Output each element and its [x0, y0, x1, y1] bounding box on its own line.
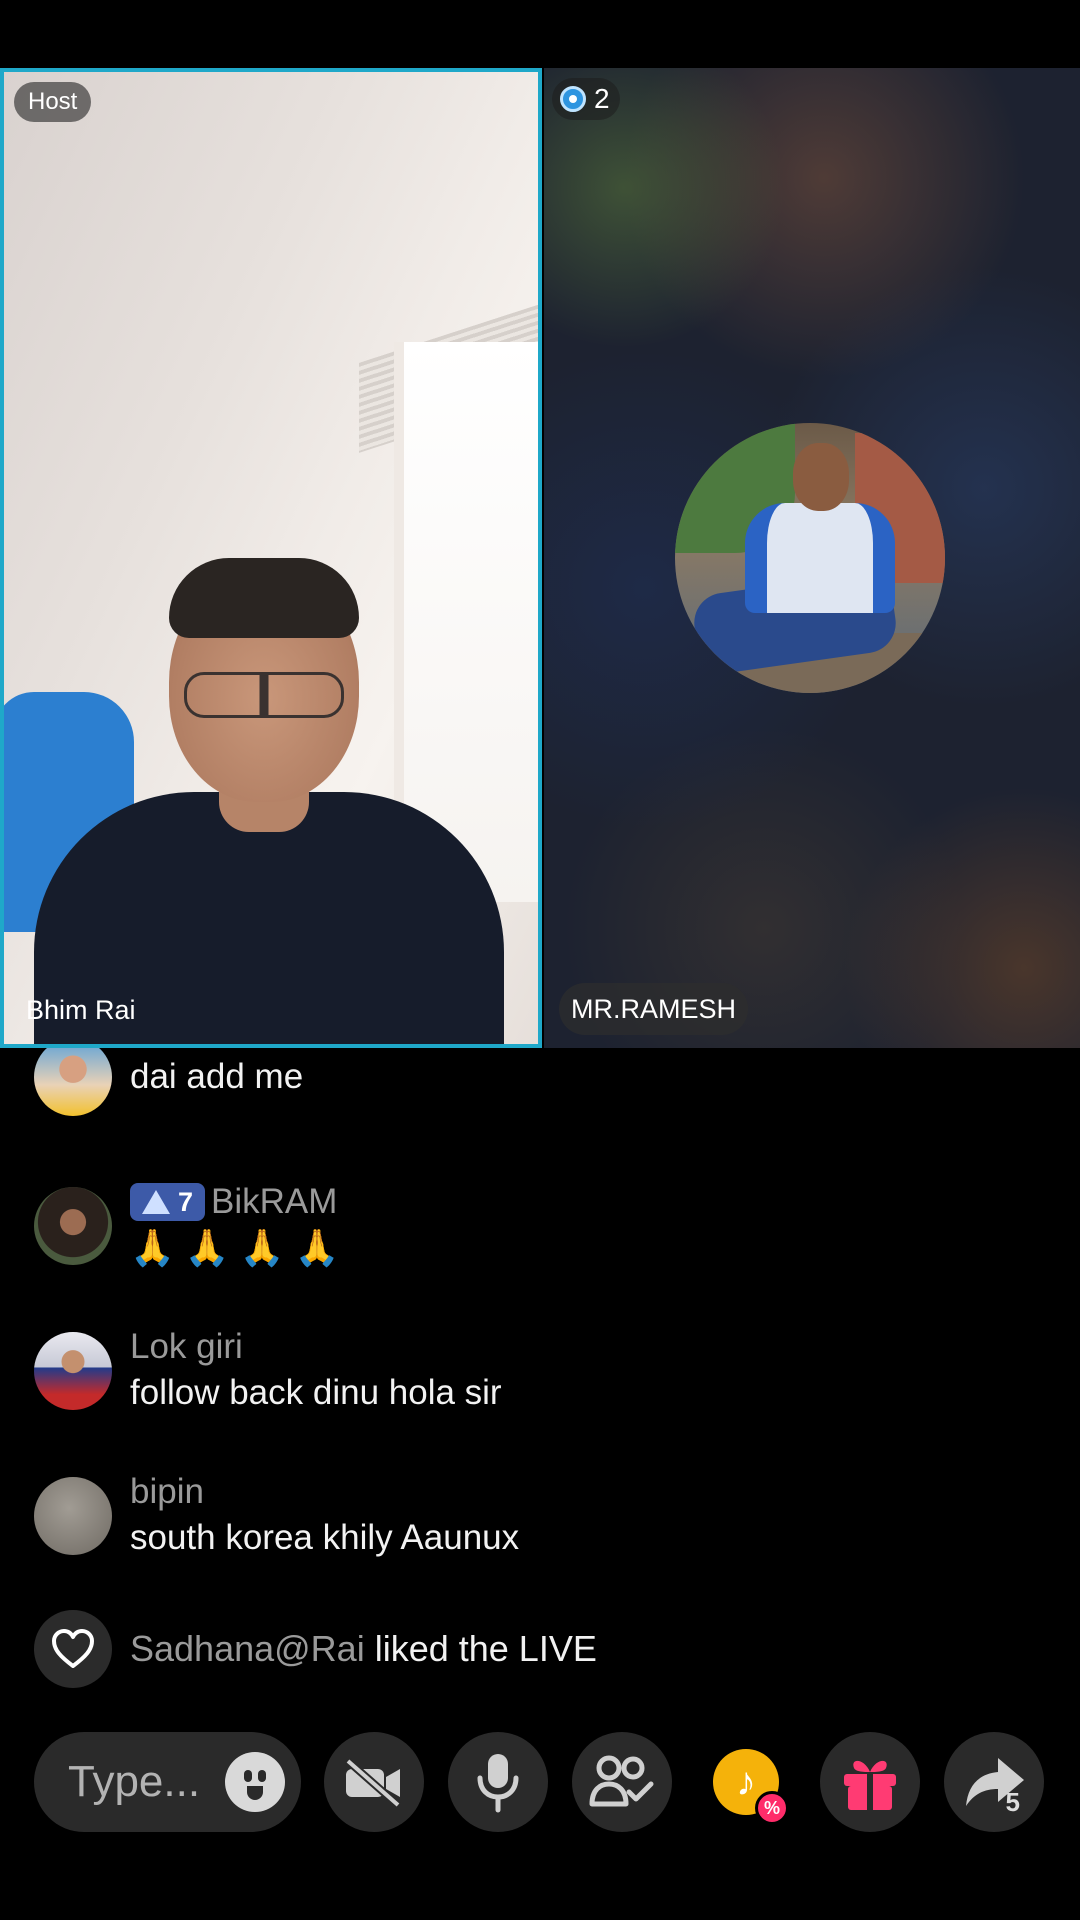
guest-avatar[interactable] [675, 423, 945, 693]
bottom-action-bar: Type... ♪ % 5 [0, 1732, 1080, 1832]
gift-button[interactable] [820, 1732, 920, 1832]
promote-button[interactable]: ♪ % [696, 1732, 796, 1832]
microphone-icon [477, 1754, 519, 1813]
gift-icon [844, 1760, 896, 1810]
camera-off-icon [345, 1757, 401, 1807]
guests-button[interactable] [572, 1732, 672, 1832]
rank-level: 7 [178, 1187, 194, 1217]
guest-viewer-count[interactable]: 2 [552, 78, 620, 120]
rank-triangle-icon [142, 1190, 170, 1214]
share-button[interactable]: 5 [944, 1732, 1044, 1832]
chat-message: dai add me [34, 1048, 303, 1116]
music-note-coin-icon: ♪ % [713, 1749, 789, 1825]
chat-username[interactable]: BikRAM [211, 1180, 337, 1224]
chat-message: 7 BikRAM 🙏 🙏 🙏 🙏 [34, 1180, 339, 1272]
viewer-icon [560, 86, 586, 112]
discount-icon: % [755, 1791, 789, 1825]
chat-avatar[interactable] [34, 1477, 112, 1555]
chat-avatar[interactable] [34, 1048, 112, 1116]
liked-text: liked the LIVE [374, 1628, 597, 1669]
host-person [4, 552, 538, 1044]
chat-message: bipin south korea khily Aaunux [34, 1470, 519, 1562]
live-chat[interactable]: dai add me 7 BikRAM 🙏 🙏 🙏 🙏 Lok giri fol… [0, 1048, 1080, 1708]
guest-video-tile[interactable]: 2 MR.RAMESH [544, 68, 1080, 1048]
chat-avatar[interactable] [34, 1187, 112, 1265]
host-video-feed [4, 72, 538, 1044]
guest-name-label[interactable]: MR.RAMESH [559, 983, 749, 1035]
chat-message-text: dai add me [130, 1057, 304, 1096]
chat-username[interactable]: Lok giri [130, 1325, 502, 1369]
host-name-label[interactable]: Bhim Rai [12, 988, 150, 1032]
chat-avatar[interactable] [34, 1332, 112, 1410]
chat-message-text: follow back dinu hola sir [130, 1373, 502, 1412]
share-count: 5 [1005, 1787, 1020, 1817]
heart-icon [34, 1610, 112, 1688]
microphone-button[interactable] [448, 1732, 548, 1832]
chat-message: Lok giri follow back dinu hola sir [34, 1325, 502, 1417]
people-check-icon [589, 1755, 654, 1807]
liked-username[interactable]: Sadhana@Rai [130, 1628, 365, 1669]
comment-placeholder: Type... [68, 1757, 201, 1806]
host-video-tile[interactable]: Host Bhim Rai [0, 68, 542, 1048]
praying-hands-emoji-row: 🙏 🙏 🙏 🙏 [130, 1227, 340, 1268]
live-stage: Host Bhim Rai 2 MR.RAMESH [0, 68, 1080, 1048]
liked-live-notice: Sadhana@Rai liked the LIVE [34, 1610, 597, 1688]
viewer-count-value: 2 [594, 83, 610, 114]
host-badge: Host [14, 82, 92, 122]
chat-message-text: south korea khily Aaunux [130, 1518, 520, 1557]
comment-input[interactable]: Type... [34, 1732, 301, 1832]
emoji-icon[interactable] [225, 1752, 285, 1812]
camera-off-button[interactable] [324, 1732, 424, 1832]
rank-badge[interactable]: 7 [130, 1183, 206, 1221]
chat-username[interactable]: bipin [130, 1470, 519, 1514]
